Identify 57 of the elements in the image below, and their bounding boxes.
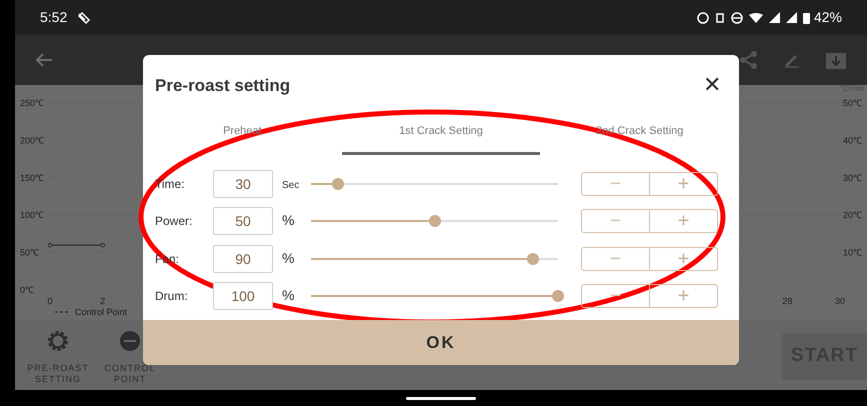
axis-label: 250℃ — [20, 98, 44, 108]
status-time: 5:52 — [40, 8, 68, 27]
ok-button[interactable]: OK — [143, 320, 739, 365]
field-label: Drum: — [155, 289, 188, 304]
notification-icon — [77, 10, 92, 24]
tab[interactable]: 1st Crack Setting — [342, 115, 540, 155]
unit-label: % — [282, 212, 294, 228]
unit-label: Sec — [282, 180, 300, 191]
back-arrow-icon[interactable] — [35, 52, 53, 68]
minus-button[interactable]: − — [581, 246, 650, 271]
wifi-icon — [748, 12, 763, 24]
axis-label: 200℃ — [20, 135, 44, 146]
minus-button[interactable]: − — [581, 209, 650, 234]
share-icon[interactable] — [739, 50, 759, 70]
axis-label: 0 — [48, 296, 52, 306]
nav-label[interactable]: PRE-ROAST SETTING — [27, 363, 89, 385]
minus-button[interactable]: − — [581, 172, 650, 196]
value-field[interactable]: 100 — [213, 282, 273, 310]
unit-label: % — [282, 287, 294, 304]
legend-label: Control Point — [75, 307, 128, 317]
download-icon[interactable] — [825, 50, 847, 70]
plus-button[interactable]: + — [650, 246, 718, 271]
signal-icon — [786, 12, 797, 23]
axis-label: 28 — [782, 296, 792, 306]
nav-label[interactable]: CONTROL POINT — [99, 363, 161, 385]
home-indicator[interactable] — [406, 396, 476, 400]
plus-button[interactable]: + — [650, 284, 718, 308]
axis-label: 30 — [835, 296, 845, 306]
axis-label: 50℃ — [843, 98, 862, 108]
field-label: Power: — [155, 214, 192, 228]
value-field[interactable]: 30 — [213, 170, 273, 198]
battery-level: 42% — [814, 8, 842, 27]
control-point-icon — [119, 330, 141, 352]
plus-button[interactable]: + — [650, 172, 718, 196]
close-button[interactable]: ✕ — [703, 74, 721, 96]
signal-icon — [768, 12, 780, 23]
axis-label: 40℃ — [843, 135, 862, 146]
axis-label: 0℃ — [20, 285, 34, 295]
value-field[interactable]: 50 — [213, 207, 273, 236]
axis-label: 2 — [100, 296, 106, 306]
value-field[interactable]: 90 — [213, 244, 273, 273]
axis-label: 100℃ — [20, 210, 44, 220]
pencil-icon[interactable] — [784, 52, 800, 68]
vibrate-icon — [714, 12, 725, 24]
battery-icon — [802, 12, 810, 24]
axis-label: 30℃ — [843, 172, 862, 183]
axis-label: 10℃ — [843, 248, 862, 258]
gear-icon — [47, 330, 69, 352]
do-not-disturb-icon — [730, 12, 743, 24]
unit-label: % — [282, 250, 294, 266]
axis-label: 150℃ — [20, 172, 44, 183]
axis-label: 20℃ — [843, 210, 862, 220]
axis-label: 50℃ — [20, 248, 40, 258]
tab[interactable]: Preheat — [143, 115, 342, 155]
dialog-title: Pre-roast setting — [155, 75, 292, 98]
plus-button[interactable]: + — [650, 209, 718, 234]
alarm-icon — [696, 12, 709, 24]
